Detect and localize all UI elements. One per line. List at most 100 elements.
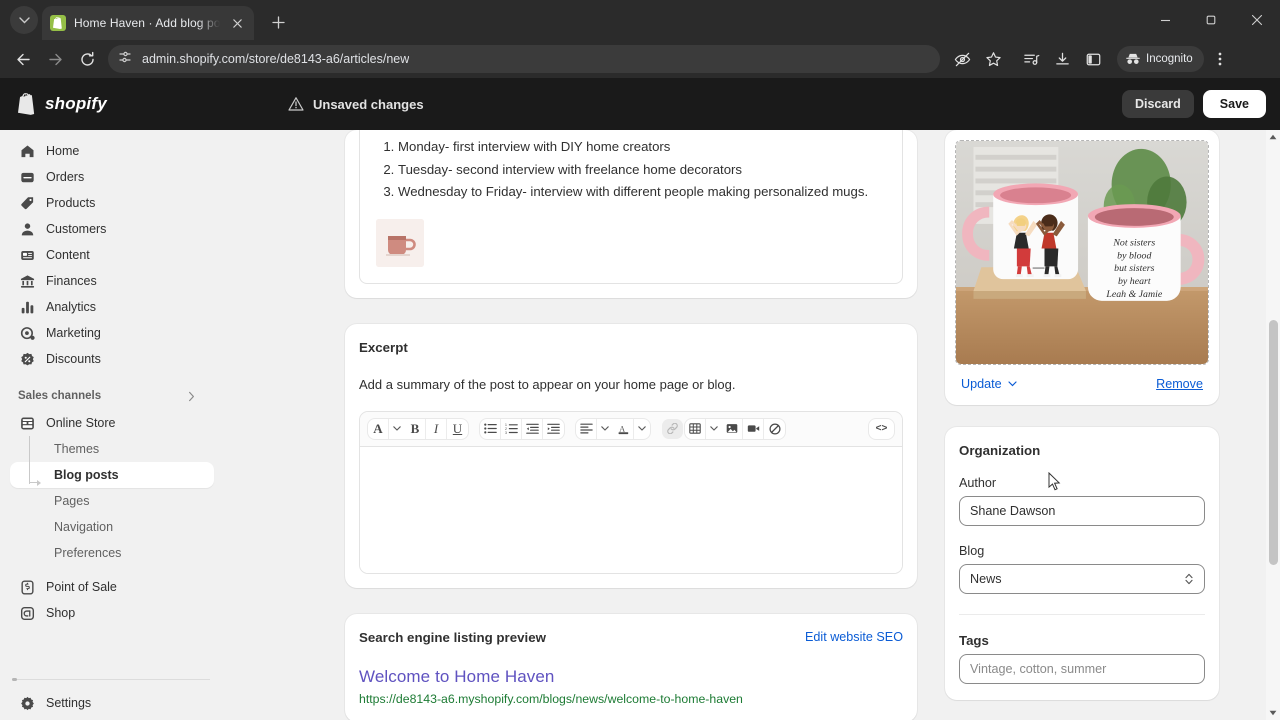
browser-toolbar: admin.shopify.com/store/de8143-a6/articl…	[0, 40, 1280, 78]
chevron-down-icon[interactable]	[706, 419, 722, 439]
product-tag-icon	[18, 194, 36, 212]
numbered-list-icon[interactable]: 123	[501, 418, 522, 439]
code-view-icon[interactable]: <>	[869, 419, 894, 439]
tab-search-button[interactable]	[10, 6, 38, 34]
font-style-icon[interactable]: A	[368, 418, 389, 439]
bold-icon[interactable]: B	[405, 418, 426, 439]
seo-preview-title[interactable]: Welcome to Home Haven	[359, 667, 903, 687]
tab-close-icon[interactable]	[228, 14, 246, 32]
sidebar-item-label: Customers	[46, 222, 107, 236]
tags-input[interactable]: Vintage, cotton, summer	[959, 654, 1205, 684]
featured-image-dropzone[interactable]: Not sisters by blood but sisters by hear…	[955, 140, 1209, 365]
unsaved-changes-label: Unsaved changes	[313, 96, 424, 112]
reload-icon[interactable]	[72, 44, 102, 74]
sidebar-item-themes[interactable]: Themes	[10, 436, 214, 462]
save-button[interactable]: Save	[1202, 90, 1266, 118]
sales-channels-section-header[interactable]: Sales channels	[10, 384, 214, 408]
chevron-right-icon[interactable]	[187, 391, 196, 402]
sidebar-footer: Settings	[0, 669, 224, 720]
sidebar-item-point-of-sale[interactable]: Point of Sale	[10, 574, 214, 600]
excerpt-input[interactable]	[360, 446, 902, 573]
bulleted-list-icon[interactable]	[480, 418, 501, 439]
text-color-icon[interactable]: A	[613, 418, 634, 439]
italic-icon[interactable]: I	[426, 418, 447, 439]
toolbar-group-code: <>	[869, 418, 894, 439]
inline-mug-thumbnail[interactable]	[376, 218, 424, 267]
sidebar-item-preferences[interactable]: Preferences	[10, 540, 214, 566]
clear-formatting-icon[interactable]	[764, 419, 785, 439]
browser-tab[interactable]: Home Haven · Add blog post ·	[42, 6, 254, 40]
orders-inbox-icon	[18, 168, 36, 186]
post-content-editor[interactable]: Monday- first interview with DIY home cr…	[359, 130, 903, 284]
blog-label: Blog	[959, 544, 985, 558]
window-maximize-button[interactable]	[1188, 0, 1234, 40]
author-input[interactable]: Shane Dawson	[959, 496, 1205, 526]
tree-elbow-connector	[29, 479, 41, 486]
sidebar-item-marketing[interactable]: Marketing	[10, 320, 214, 346]
discard-button[interactable]: Discard	[1121, 90, 1194, 118]
pos-icon	[18, 578, 36, 596]
storefront-icon	[18, 414, 36, 432]
remove-image-button[interactable]: Remove	[1156, 377, 1203, 391]
update-image-button[interactable]: Update	[961, 377, 1017, 391]
list-item: Monday- first interview with DIY home cr…	[398, 136, 886, 158]
sidebar-item-home[interactable]: Home	[10, 138, 214, 164]
sidebar-item-discounts[interactable]: Discounts	[10, 346, 214, 372]
blog-select[interactable]: News	[959, 564, 1205, 594]
sidebar-horizontal-scrollbar[interactable]	[12, 678, 210, 681]
svg-text:but sisters: but sisters	[1114, 263, 1154, 274]
eye-slash-icon[interactable]	[948, 45, 976, 73]
toolbar-group-insert	[685, 418, 785, 439]
sidebar-item-pages[interactable]: Pages	[10, 488, 214, 514]
scrollbar-thumb[interactable]	[1269, 320, 1278, 565]
toolbar-group-lists: 123	[480, 418, 564, 439]
sidebar-item-shop[interactable]: Shop	[10, 600, 214, 626]
scroll-up-arrow[interactable]	[1266, 130, 1280, 144]
shopify-logo[interactable]: shopify	[18, 93, 288, 115]
star-icon[interactable]	[979, 45, 1007, 73]
sidebar-item-analytics[interactable]: Analytics	[10, 294, 214, 320]
unsaved-changes-indicator: Unsaved changes	[288, 96, 424, 112]
sidebar-item-products[interactable]: Products	[10, 190, 214, 216]
underline-icon[interactable]: U	[447, 419, 468, 439]
scroll-down-arrow[interactable]	[1266, 706, 1280, 720]
sidebar-item-label: Point of Sale	[46, 580, 117, 594]
sidebar-item-settings[interactable]: Settings	[10, 690, 214, 716]
align-left-icon[interactable]	[576, 418, 597, 439]
sidebar-item-finances[interactable]: Finances	[10, 268, 214, 294]
chevron-down-icon[interactable]	[597, 419, 613, 439]
chevron-down-icon[interactable]	[389, 419, 405, 439]
sidebar-item-label: Home	[46, 144, 80, 158]
sidebar-subitem-label: Preferences	[54, 546, 122, 560]
seo-preview-card: Search engine listing preview Edit websi…	[345, 613, 917, 720]
sidebar-item-orders[interactable]: Orders	[10, 164, 214, 190]
window-minimize-button[interactable]	[1142, 0, 1188, 40]
sidebar-item-navigation[interactable]: Navigation	[10, 514, 214, 540]
site-settings-icon[interactable]	[118, 50, 132, 69]
sidebar-item-online-store[interactable]: Online Store	[10, 410, 214, 436]
indent-icon[interactable]	[543, 419, 564, 439]
insert-image-icon[interactable]	[722, 418, 743, 439]
page-scrollbar[interactable]	[1266, 130, 1280, 720]
sidebar-item-content[interactable]: Content	[10, 242, 214, 268]
sidebar-subitem-label: Blog posts	[54, 468, 119, 482]
address-bar[interactable]: admin.shopify.com/store/de8143-a6/articl…	[108, 45, 940, 73]
download-icon[interactable]	[1048, 45, 1076, 73]
edit-website-seo-link[interactable]: Edit website SEO	[805, 630, 903, 644]
sidebar-item-customers[interactable]: Customers	[10, 216, 214, 242]
chevron-down-icon[interactable]	[634, 419, 650, 439]
toolbar-group-link-disabled	[662, 418, 683, 439]
kebab-menu-icon[interactable]	[1206, 45, 1234, 73]
sidebar-item-label: Content	[46, 248, 90, 262]
window-close-button[interactable]	[1234, 0, 1280, 40]
incognito-badge[interactable]: Incognito	[1117, 46, 1204, 72]
seo-title: Search engine listing preview	[359, 629, 546, 645]
back-arrow-icon[interactable]	[8, 44, 38, 74]
new-tab-button[interactable]	[264, 8, 292, 36]
outdent-icon[interactable]	[522, 418, 543, 439]
insert-video-icon[interactable]	[743, 418, 764, 439]
side-panel-icon[interactable]	[1079, 45, 1107, 73]
table-icon[interactable]	[685, 418, 706, 439]
forward-arrow-icon[interactable]	[40, 44, 70, 74]
reading-list-icon[interactable]	[1017, 45, 1045, 73]
